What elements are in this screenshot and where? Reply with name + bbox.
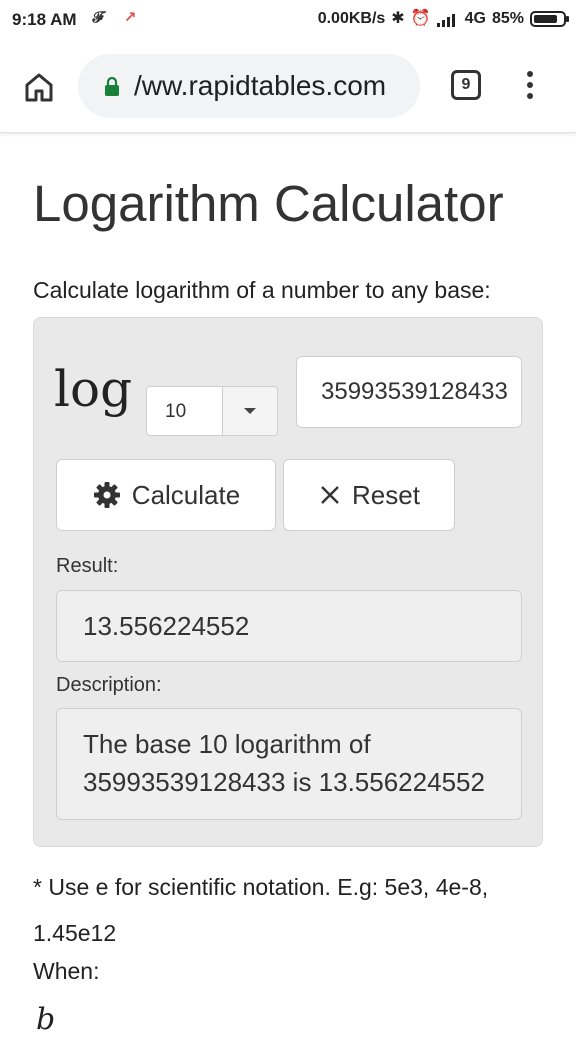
description-field[interactable]: The base 10 logarithm of 35993539128433 …	[56, 708, 522, 820]
scientific-notation-note: * Use e for scientific notation. E.g: 5e…	[33, 874, 489, 946]
reset-button[interactable]: Reset	[283, 459, 455, 531]
result-label: Result:	[56, 555, 119, 577]
browser-toolbar: /ww.rapidtables.com 9	[0, 42, 576, 133]
battery-icon	[530, 11, 569, 27]
log-label: log	[54, 360, 133, 418]
status-right: 0.00KB/s ✱ ⏰ 4G 85%	[317, 9, 569, 29]
calculator-panel: log 10 35993539128433 Calculate Reset Re…	[33, 317, 543, 847]
status-time: 9:18 AM	[12, 10, 77, 29]
when-heading: When:	[33, 958, 100, 984]
result-field[interactable]: 13.556224552	[56, 590, 522, 662]
missed-call-icon: ↗	[123, 9, 137, 26]
description-label: Description:	[56, 674, 162, 696]
status-bar: 9:18 AM 𝓕 ↗ 0.00KB/s ✱ ⏰ 4G 85%	[0, 0, 576, 42]
bluetooth-icon: ✱	[391, 10, 405, 27]
battery-percent: 85%	[491, 10, 524, 27]
gear-icon	[93, 482, 120, 508]
lock-icon	[105, 76, 119, 96]
f-notification-icon: 𝓕	[92, 9, 104, 26]
calculate-label: Calculate	[131, 479, 241, 510]
address-bar[interactable]: /ww.rapidtables.com	[78, 54, 420, 118]
more-menu-icon[interactable]	[520, 68, 540, 104]
network-speed: 0.00KB/s	[317, 10, 386, 27]
notification-icons: 𝓕 ↗	[88, 8, 140, 28]
alarm-icon: ⏰	[410, 10, 431, 27]
number-input[interactable]: 35993539128433	[296, 356, 522, 428]
base-select[interactable]: 10	[146, 386, 278, 436]
close-icon	[321, 486, 339, 504]
reset-label: Reset	[352, 479, 420, 510]
signal-icon	[436, 14, 455, 27]
base-value: 10	[165, 401, 187, 422]
network-type: 4G	[464, 10, 486, 27]
page-title: Logarithm Calculator	[33, 175, 504, 232]
page-intro: Calculate logarithm of a number to any b…	[33, 277, 491, 303]
tab-switcher-button[interactable]: 9	[451, 70, 481, 100]
battery-fill	[534, 15, 558, 23]
calculate-button[interactable]: Calculate	[56, 459, 276, 531]
url-text: /ww.rapidtables.com	[134, 70, 387, 101]
home-icon[interactable]	[22, 70, 56, 104]
chevron-down-icon[interactable]	[222, 387, 277, 435]
formula-partial: b	[36, 1002, 56, 1037]
